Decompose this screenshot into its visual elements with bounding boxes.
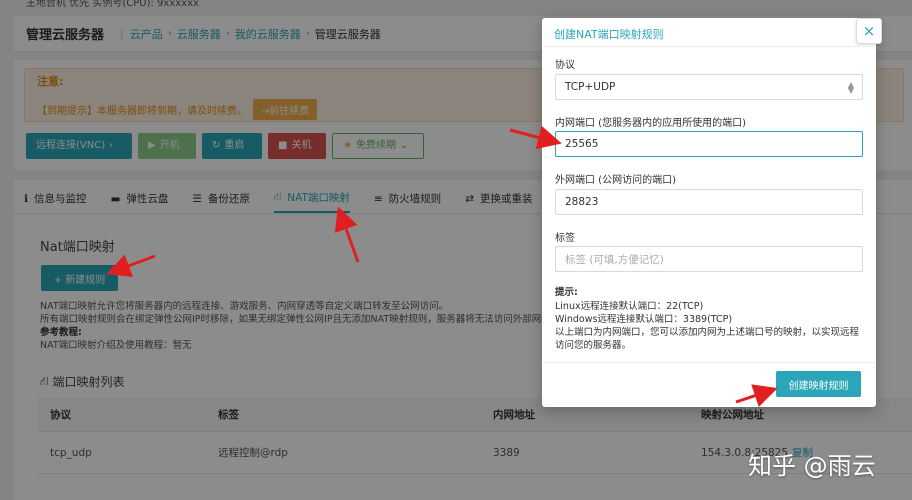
annotation-arrow-nat-tab <box>334 206 360 263</box>
annotation-arrows <box>106 125 778 408</box>
annotation-arrow-internal-port <box>509 125 562 150</box>
watermark-text: 知乎 @雨云 <box>748 452 876 480</box>
annotation-arrow-create-button <box>735 384 778 408</box>
annotation-arrow-new-rule <box>106 254 156 277</box>
